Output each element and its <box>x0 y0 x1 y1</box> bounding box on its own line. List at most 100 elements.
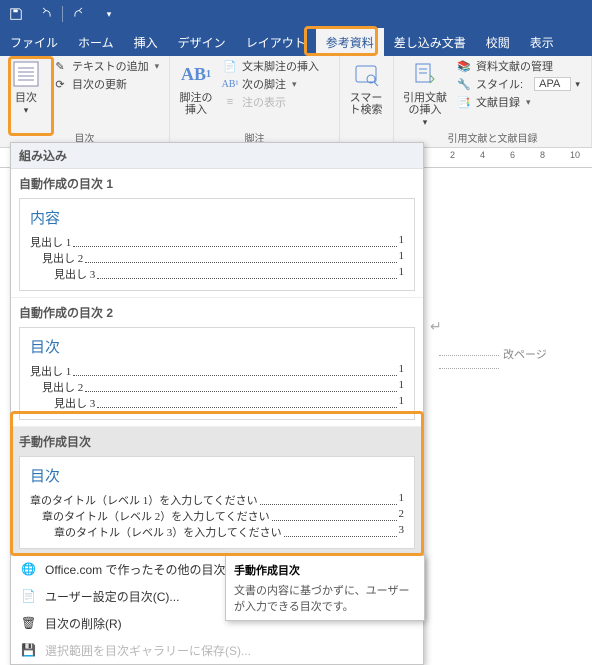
tab-mailings[interactable]: 差し込み文書 <box>384 28 476 56</box>
toc-preview: 目次 見出し 1 1 見出し 2 1 見出し 3 1 <box>19 327 415 420</box>
preview-line-page: 1 <box>399 363 405 379</box>
manage-sources-label: 資料文献の管理 <box>476 58 553 74</box>
toc-preview: 目次 章のタイトル（レベル 1）を入力してください 1 章のタイトル（レベル 2）… <box>19 456 415 549</box>
show-notes-label: 注の表示 <box>242 94 286 110</box>
chevron-down-icon: ▾ <box>423 117 428 127</box>
update-icon: ⟳ <box>52 76 68 92</box>
preview-line-text: 見出し 3 <box>54 395 95 411</box>
preview-line-text: 章のタイトル（レベル 1）を入力してください <box>30 492 258 508</box>
preview-line-page: 1 <box>399 379 405 395</box>
tab-design[interactable]: デザイン <box>168 28 236 56</box>
tooltip-body: 文書の内容に基づかずに、ユーザーが入力できる目次です。 <box>234 582 416 614</box>
preview-title: 目次 <box>30 465 404 486</box>
bibliography-button[interactable]: 📑文献目録 <box>456 94 580 110</box>
tab-review[interactable]: 校閲 <box>476 28 520 56</box>
insert-citation-button[interactable]: 引用文献の挿入▾ <box>400 58 450 128</box>
gallery-caption: 自動作成の目次 1 <box>19 175 415 192</box>
preview-line-text: 見出し 1 <box>30 363 71 379</box>
insert-footnote-button[interactable]: AB1 脚注の挿入 <box>176 58 216 116</box>
insert-footnote-label: 脚注の挿入 <box>176 92 216 116</box>
bibliography-label: 文献目録 <box>476 94 520 110</box>
group-label-citations: 引用文献と文献目録 <box>400 128 585 147</box>
smart-lookup-button[interactable]: スマート検索 <box>346 58 386 116</box>
insert-endnote-label: 文末脚注の挿入 <box>242 58 319 74</box>
save-icon[interactable] <box>4 2 28 26</box>
tab-layout[interactable]: レイアウト <box>236 28 316 56</box>
update-toc-label: 目次の更新 <box>72 76 127 92</box>
style-value[interactable]: APA <box>534 77 571 91</box>
citation-style-dropdown[interactable]: 🔧スタイル: APA ▾ <box>456 76 580 92</box>
preview-line-page: 1 <box>399 266 405 282</box>
preview-line-text: 章のタイトル（レベル 2）を入力してください <box>42 508 270 524</box>
show-notes-icon: ≡ <box>222 94 238 110</box>
tab-references[interactable]: 参考資料 <box>316 28 384 56</box>
update-toc-button[interactable]: ⟳目次の更新 <box>52 76 159 92</box>
menu-label: ユーザー設定の目次(C)... <box>45 588 179 605</box>
ruler-tick: 2 <box>450 150 455 160</box>
preview-line-page: 1 <box>399 234 405 250</box>
remove-icon: 🗑 <box>21 616 37 632</box>
insert-endnote-button[interactable]: 📄文末脚注の挿入 <box>222 58 319 74</box>
manage-sources-icon: 📚 <box>456 58 472 74</box>
preview-line-text: 見出し 2 <box>42 379 83 395</box>
next-footnote-button[interactable]: AB¹次の脚注 <box>222 76 319 92</box>
quick-access-toolbar: ▾ <box>0 0 592 28</box>
save-selection-button: 💾 選択範囲を目次ギャラリーに保存(S)... <box>11 637 423 664</box>
tooltip: 手動作成目次 文書の内容に基づかずに、ユーザーが入力できる目次です。 <box>225 555 425 621</box>
ruler-tick: 8 <box>540 150 545 160</box>
preview-title: 目次 <box>30 336 404 357</box>
tab-file[interactable]: ファイル <box>0 28 68 56</box>
separator <box>62 6 63 22</box>
toc-icon <box>10 58 42 90</box>
preview-line-text: 章のタイトル（レベル 3）を入力してください <box>54 524 282 540</box>
preview-title: 内容 <box>30 207 404 228</box>
save-selection-icon: 💾 <box>21 643 37 659</box>
insert-citation-label: 引用文献の挿入 <box>403 92 447 116</box>
pilcrow-icon: ↵ <box>430 318 442 335</box>
chevron-down-icon: ▾ <box>24 105 29 115</box>
show-notes-button: ≡注の表示 <box>222 94 319 110</box>
page-break-indicator: 改ページ <box>435 346 592 374</box>
tab-insert[interactable]: 挿入 <box>124 28 168 56</box>
bibliography-icon: 📑 <box>456 94 472 110</box>
manage-sources-button[interactable]: 📚資料文献の管理 <box>456 58 580 74</box>
menu-label: 選択範囲を目次ギャラリーに保存(S)... <box>45 642 251 659</box>
undo-icon[interactable] <box>32 2 56 26</box>
redo-icon[interactable] <box>69 2 93 26</box>
gallery-item-auto2[interactable]: 自動作成の目次 2 目次 見出し 1 1 見出し 2 1 見出し 3 1 <box>11 298 423 427</box>
ruler-tick: 4 <box>480 150 485 160</box>
menu-label: Office.com で作ったその他の目次(M) <box>45 561 243 578</box>
preview-line-page: 2 <box>399 508 405 524</box>
preview-line-page: 1 <box>399 250 405 266</box>
next-footnote-label: 次の脚注 <box>242 76 286 92</box>
ruler-tick: 6 <box>510 150 515 160</box>
toc-label: 目次 <box>15 92 37 104</box>
gallery-item-auto1[interactable]: 自動作成の目次 1 内容 見出し 11 見出し 21 見出し 31 <box>11 169 423 298</box>
citation-icon <box>409 58 441 90</box>
gallery-caption: 自動作成の目次 2 <box>19 304 415 321</box>
footnote-icon: AB1 <box>180 58 212 90</box>
style-icon: 🔧 <box>456 76 472 92</box>
chevron-down-icon: ▾ <box>575 79 580 90</box>
preview-line-text: 見出し 2 <box>42 250 83 266</box>
ruler-tick: 10 <box>570 150 580 160</box>
ribbon: 目次▾ ✎テキストの追加 ⟳目次の更新 目次 AB1 脚注の挿入 📄文末脚注の挿… <box>0 56 592 148</box>
style-label: スタイル: <box>476 76 523 92</box>
ribbon-tabs: ファイル ホーム 挿入 デザイン レイアウト 参考資料 差し込み文書 校閲 表示 <box>0 28 592 56</box>
preview-line-page: 1 <box>399 492 405 508</box>
smart-lookup-icon <box>350 58 382 90</box>
gallery-caption: 手動作成目次 <box>19 433 415 450</box>
toc-button[interactable]: 目次▾ <box>6 58 46 116</box>
add-text-button[interactable]: ✎テキストの追加 <box>52 58 159 74</box>
preview-line-page: 1 <box>399 395 405 411</box>
tab-view[interactable]: 表示 <box>520 28 564 56</box>
toc-preview: 内容 見出し 11 見出し 21 見出し 31 <box>19 198 415 291</box>
add-text-icon: ✎ <box>52 58 68 74</box>
qat-customize-icon[interactable]: ▾ <box>97 2 121 26</box>
tab-home[interactable]: ホーム <box>68 28 124 56</box>
menu-label: 目次の削除(R) <box>45 615 122 632</box>
preview-line-page: 3 <box>399 524 405 540</box>
gallery-item-manual[interactable]: 手動作成目次 目次 章のタイトル（レベル 1）を入力してください 1 章のタイトル… <box>11 427 423 556</box>
gallery-section-header: 組み込み <box>11 143 423 169</box>
custom-toc-icon: 📄 <box>21 589 37 605</box>
